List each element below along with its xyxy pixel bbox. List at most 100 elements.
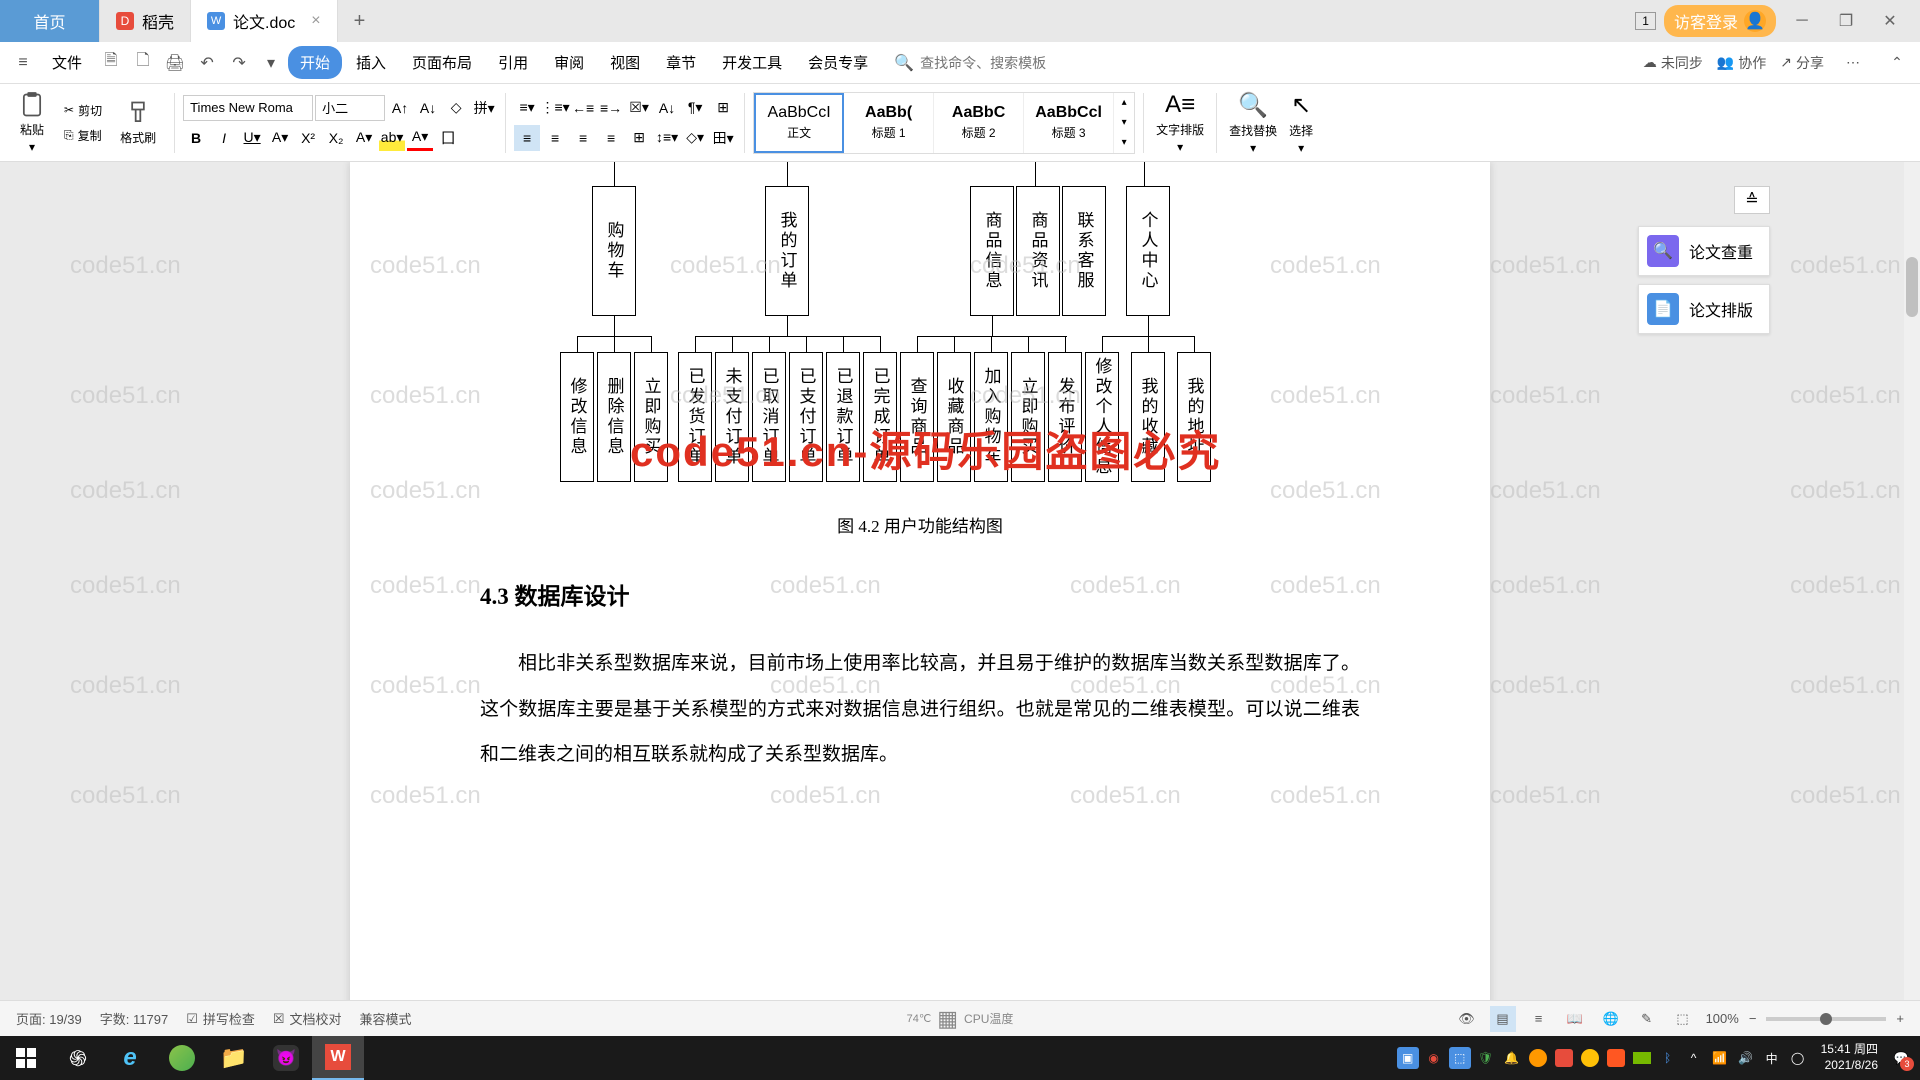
tab-chapter[interactable]: 章节 bbox=[654, 46, 708, 79]
align-right-button[interactable]: ≡ bbox=[570, 125, 596, 151]
new-tab-button[interactable]: + bbox=[338, 0, 382, 42]
tray-notifications[interactable]: 🔔 bbox=[1501, 1047, 1523, 1069]
zoom-in-button[interactable]: + bbox=[1896, 1011, 1904, 1026]
clear-format-button[interactable]: ◇ bbox=[443, 95, 469, 121]
strikethrough-button[interactable]: A▾ bbox=[267, 125, 293, 151]
tray-ime[interactable]: 中 bbox=[1761, 1047, 1783, 1069]
close-icon[interactable]: × bbox=[311, 12, 320, 30]
task-obs[interactable]: ֍ bbox=[52, 1036, 104, 1080]
justify-button[interactable]: ≡ bbox=[598, 125, 624, 151]
task-360[interactable] bbox=[156, 1036, 208, 1080]
print-preview-icon[interactable]: 🗋 bbox=[128, 48, 158, 78]
zoom-handle[interactable] bbox=[1820, 1013, 1832, 1025]
decrease-indent-button[interactable]: ←≡ bbox=[570, 95, 596, 121]
zoom-out-button[interactable]: − bbox=[1749, 1011, 1757, 1026]
tray-icon[interactable] bbox=[1527, 1047, 1549, 1069]
style-heading1[interactable]: AaBb(标题 1 bbox=[844, 93, 934, 153]
search-input[interactable] bbox=[920, 55, 1070, 71]
tab-devtools[interactable]: 开发工具 bbox=[710, 46, 794, 79]
italic-button[interactable]: I bbox=[211, 125, 237, 151]
tab-member[interactable]: 会员专享 bbox=[796, 46, 880, 79]
paper-check-button[interactable]: 🔍 论文查重 bbox=[1638, 226, 1770, 276]
redo-icon[interactable]: ↷ bbox=[224, 48, 254, 78]
read-view-icon[interactable]: 📖 bbox=[1562, 1006, 1588, 1032]
tray-icon[interactable]: ◉ bbox=[1423, 1047, 1445, 1069]
line-spacing-button[interactable]: ↕≡▾ bbox=[654, 125, 680, 151]
scroll-thumb[interactable] bbox=[1906, 257, 1918, 317]
share-button[interactable]: ↗分享 bbox=[1780, 53, 1824, 73]
minimize-button[interactable]: ─ bbox=[1784, 12, 1820, 30]
grow-font-button[interactable]: A↑ bbox=[387, 95, 413, 121]
phonetic-button[interactable]: 拼▾ bbox=[471, 95, 497, 121]
font-color-button[interactable]: A▾ bbox=[407, 125, 433, 151]
task-ie[interactable]: e bbox=[104, 1036, 156, 1080]
cut-button[interactable]: ✂剪切 bbox=[60, 100, 106, 121]
superscript-button[interactable]: X² bbox=[295, 125, 321, 151]
find-replace-button[interactable]: 🔍查找替换▾ bbox=[1225, 87, 1281, 159]
page-view-icon[interactable]: ▤ bbox=[1490, 1006, 1516, 1032]
collab-button[interactable]: 👥协作 bbox=[1717, 53, 1766, 73]
tray-volume-icon[interactable]: 🔊 bbox=[1735, 1047, 1757, 1069]
file-menu[interactable]: 文件 bbox=[40, 46, 94, 79]
underline-button[interactable]: U▾ bbox=[239, 125, 265, 151]
print-icon[interactable]: 🖨 bbox=[160, 48, 190, 78]
style-normal[interactable]: AaBbCcI正文 bbox=[754, 93, 844, 153]
tray-arrow-up[interactable]: ^ bbox=[1683, 1047, 1705, 1069]
word-count[interactable]: 字数: 11797 bbox=[100, 1009, 168, 1028]
asian-layout-button[interactable]: ☒▾ bbox=[626, 95, 652, 121]
tab-view[interactable]: 视图 bbox=[598, 46, 652, 79]
vertical-scrollbar[interactable] bbox=[1904, 162, 1920, 1036]
spell-check[interactable]: ☑拼写检查 bbox=[186, 1009, 255, 1028]
align-left-button[interactable]: ≡ bbox=[514, 125, 540, 151]
increase-indent-button[interactable]: ≡→ bbox=[598, 95, 624, 121]
eye-icon[interactable]: 👁 bbox=[1454, 1006, 1480, 1032]
tab-document[interactable]: W 论文.doc × bbox=[191, 0, 338, 42]
tray-icon[interactable] bbox=[1553, 1047, 1575, 1069]
collapse-icon[interactable]: ⌃ bbox=[1882, 48, 1912, 78]
tray-icon[interactable] bbox=[1631, 1047, 1653, 1069]
close-button[interactable]: ✕ bbox=[1872, 11, 1908, 31]
tab-home[interactable]: 首页 bbox=[0, 0, 100, 42]
edit-icon[interactable]: ✎ bbox=[1634, 1006, 1660, 1032]
shading-button[interactable]: ◇▾ bbox=[682, 125, 708, 151]
command-search[interactable]: 🔍 bbox=[894, 53, 1094, 73]
distribute-button[interactable]: ⊞ bbox=[626, 125, 652, 151]
start-button[interactable] bbox=[0, 1036, 52, 1080]
task-app1[interactable]: 😈 bbox=[260, 1036, 312, 1080]
font-name-select[interactable] bbox=[183, 95, 313, 121]
select-button[interactable]: ↖选择▾ bbox=[1285, 87, 1317, 159]
task-explorer[interactable]: 📁 bbox=[208, 1036, 260, 1080]
tab-start[interactable]: 开始 bbox=[288, 46, 342, 79]
style-heading2[interactable]: AaBbC标题 2 bbox=[934, 93, 1024, 153]
format-painter-button[interactable]: 格式刷 bbox=[116, 95, 160, 150]
window-count-badge[interactable]: 1 bbox=[1635, 12, 1656, 30]
tab-insert[interactable]: 插入 bbox=[344, 46, 398, 79]
tab-docer[interactable]: D 稻壳 bbox=[100, 0, 191, 42]
page-indicator[interactable]: 页面: 19/39 bbox=[16, 1009, 82, 1028]
save-icon[interactable]: 🗎 bbox=[96, 48, 126, 78]
text-effects-button[interactable]: A▾ bbox=[351, 125, 377, 151]
text-layout-button[interactable]: A≡文字排版▾ bbox=[1152, 87, 1208, 158]
borders-button[interactable]: 田▾ bbox=[710, 125, 736, 151]
font-size-select[interactable] bbox=[315, 95, 385, 121]
document-page[interactable]: code51.cn code51.cn code51.cn code51.cn … bbox=[350, 162, 1490, 1036]
style-gallery[interactable]: AaBbCcI正文 AaBb(标题 1 AaBbC标题 2 AaBbCcl标题 … bbox=[753, 92, 1135, 154]
panel-toggle[interactable]: ≙ bbox=[1734, 186, 1770, 214]
tray-icon[interactable] bbox=[1605, 1047, 1627, 1069]
more-icon[interactable]: ⋯ bbox=[1838, 48, 1868, 78]
maximize-button[interactable]: ❐ bbox=[1828, 11, 1864, 31]
tray-icon[interactable]: ⬚ bbox=[1449, 1047, 1471, 1069]
char-border-button[interactable]: 囗 bbox=[435, 125, 461, 151]
align-center-button[interactable]: ≡ bbox=[542, 125, 568, 151]
tray-wifi-icon[interactable]: 📶 bbox=[1709, 1047, 1731, 1069]
zoom-slider[interactable] bbox=[1766, 1017, 1886, 1021]
outline-view-icon[interactable]: ≡ bbox=[1526, 1006, 1552, 1032]
task-wps[interactable]: W bbox=[312, 1036, 364, 1080]
sort-button[interactable]: A↓ bbox=[654, 95, 680, 121]
highlight-button[interactable]: ab▾ bbox=[379, 125, 405, 151]
tray-icon[interactable]: 🛡 bbox=[1475, 1047, 1497, 1069]
bullets-button[interactable]: ≡▾ bbox=[514, 95, 540, 121]
fit-icon[interactable]: ⬚ bbox=[1670, 1006, 1696, 1032]
menu-icon[interactable]: ≡ bbox=[8, 48, 38, 78]
tray-clock[interactable]: 15:41 周四 2021/8/26 bbox=[1813, 1042, 1886, 1073]
